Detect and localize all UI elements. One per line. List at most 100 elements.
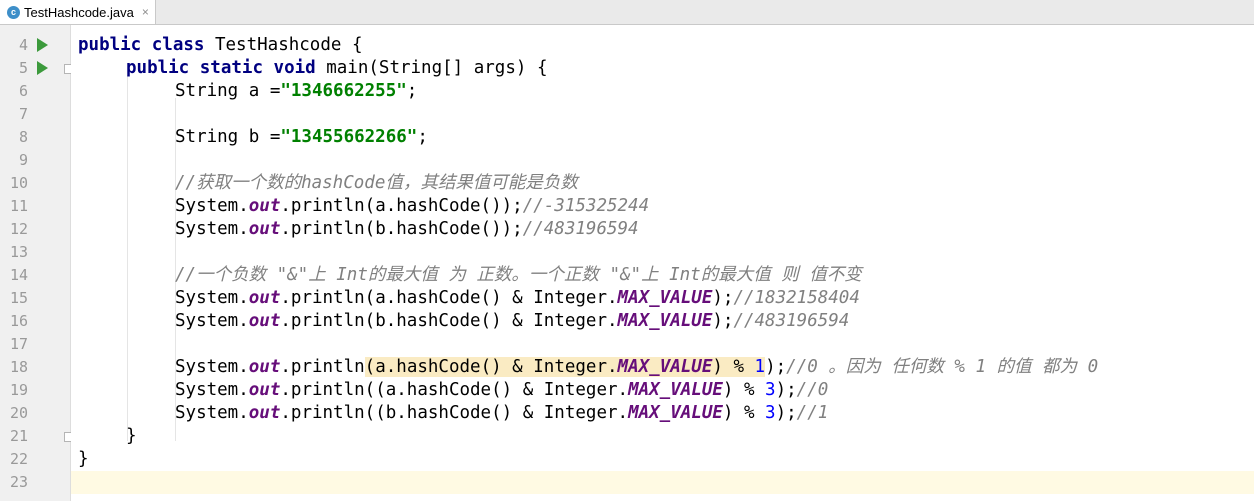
current-line-highlight — [71, 471, 1254, 494]
comment: //-315325244 — [522, 196, 650, 216]
line-number: 4 — [18, 36, 28, 54]
line-number: 16 — [9, 312, 28, 330]
code-text: .println((a.hashCode() & Integer. — [280, 380, 629, 400]
code-text: ) % — [712, 357, 755, 377]
run-arrow-icon[interactable] — [37, 38, 48, 52]
code-editor[interactable]: public class TestHashcode { public stati… — [71, 25, 1254, 501]
number-literal: 3 — [765, 403, 776, 423]
static-field: MAX_VALUE — [617, 288, 713, 308]
code-line: System.out.println(a.hashCode());//-3153… — [175, 195, 649, 218]
code-text: .println(a.hashCode() & Integer. — [280, 288, 618, 308]
line-number: 12 — [9, 220, 28, 238]
code-text: System. — [175, 288, 249, 308]
comment: //0 。因为 任何数 % 1 的值 都为 0 — [786, 357, 1099, 377]
code-text: ); — [775, 403, 797, 423]
code-text: TestHashcode { — [204, 35, 363, 55]
comment: //获取一个数的hashCode值，其结果值可能是负数 — [175, 173, 578, 193]
code-text: System. — [175, 219, 249, 239]
keyword: public — [126, 58, 190, 78]
line-number: 9 — [18, 151, 28, 169]
line-number: 20 — [9, 404, 28, 422]
line-number: 10 — [9, 174, 28, 192]
editor-gutter: 4 5 6 7 8 9 10 11 12 13 14 15 16 17 18 1… — [0, 25, 74, 501]
comment: //1832158404 — [733, 288, 860, 308]
code-text: .println(b.hashCode()); — [280, 219, 523, 239]
comment: //483196594 — [733, 311, 850, 331]
line-number: 6 — [18, 82, 28, 100]
code-text: .println — [280, 357, 365, 377]
close-icon[interactable]: × — [142, 5, 149, 19]
code-text: ; — [406, 81, 418, 101]
closing-brace: } — [126, 426, 137, 446]
tab-testhashcode-java[interactable]: c TestHashcode.java × — [0, 0, 156, 24]
code-text: System. — [175, 357, 249, 377]
code-line: } — [126, 425, 137, 448]
code-text: System. — [175, 403, 249, 423]
code-text: ; — [417, 127, 428, 147]
code-text: (a.hashCode() & Integer. — [364, 357, 618, 377]
code-line: System.out.println(a.hashCode() & Intege… — [175, 356, 1098, 379]
code-text: ) % — [722, 380, 766, 400]
comment: //一个负数 "&"上 Int的最大值 为 正数。一个正数 "&"上 Int的最… — [175, 265, 862, 285]
static-field: out — [248, 403, 281, 423]
run-arrow-icon[interactable] — [37, 61, 48, 75]
code-line: System.out.println(b.hashCode() & Intege… — [175, 310, 849, 333]
code-text: String b = — [175, 127, 281, 147]
code-text: System. — [175, 196, 249, 216]
code-text: ); — [712, 311, 734, 331]
code-text: ); — [712, 288, 734, 308]
code-text: ); — [775, 380, 797, 400]
line-number: 18 — [9, 358, 28, 376]
line-number: 7 — [18, 105, 28, 123]
keyword: static — [199, 58, 263, 78]
static-field: out — [248, 196, 281, 216]
code-text: .println(a.hashCode()); — [280, 196, 523, 216]
code-text: String a = — [175, 81, 281, 101]
comment: //483196594 — [522, 219, 639, 239]
code-line: //一个负数 "&"上 Int的最大值 为 正数。一个正数 "&"上 Int的最… — [175, 264, 862, 287]
number-literal: 1 — [754, 357, 766, 377]
line-number: 11 — [9, 197, 28, 215]
code-text: System. — [175, 380, 249, 400]
string-literal: "1346662255" — [280, 81, 407, 101]
static-field: MAX_VALUE — [628, 403, 723, 423]
closing-brace: } — [78, 449, 89, 469]
keyword: void — [273, 58, 316, 78]
code-text: .println((b.hashCode() & Integer. — [280, 403, 629, 423]
line-number: 22 — [9, 450, 28, 468]
static-field: MAX_VALUE — [628, 380, 723, 400]
line-number: 19 — [9, 381, 28, 399]
code-line: String a ="1346662255"; — [175, 80, 417, 103]
static-field: MAX_VALUE — [617, 311, 713, 331]
static-field: MAX_VALUE — [617, 357, 713, 377]
line-number: 23 — [9, 473, 28, 491]
code-line: System.out.println((b.hashCode() & Integ… — [175, 402, 828, 425]
line-number: 13 — [9, 243, 28, 261]
line-number: 21 — [9, 427, 28, 445]
line-number: 5 — [18, 59, 28, 77]
java-class-icon: c — [7, 5, 20, 19]
static-field: out — [248, 311, 281, 331]
code-text: ) % — [722, 403, 766, 423]
comment: //1 — [796, 403, 829, 423]
static-field: out — [248, 219, 281, 239]
matched-brace-highlight: (a.hashCode() & Integer.MAX_VALUE) % 1 — [364, 357, 766, 377]
indent-guide — [127, 75, 128, 441]
code-line: public static void main(String[] args) { — [126, 57, 547, 80]
keyword: class — [151, 35, 205, 55]
line-number: 14 — [9, 266, 28, 284]
code-text: main(String[] args) { — [315, 58, 548, 78]
code-line: public class TestHashcode { — [78, 34, 363, 57]
static-field: out — [248, 357, 281, 377]
line-number: 8 — [18, 128, 28, 146]
code-line: String b ="13455662266"; — [175, 126, 428, 149]
code-line: //获取一个数的hashCode值，其结果值可能是负数 — [175, 172, 578, 195]
keyword: public — [78, 35, 142, 55]
code-text: .println(b.hashCode() & Integer. — [280, 311, 618, 331]
number-literal: 3 — [765, 380, 776, 400]
code-text: System. — [175, 311, 249, 331]
tab-title: TestHashcode.java — [24, 4, 134, 20]
static-field: out — [248, 288, 281, 308]
line-number: 17 — [9, 335, 28, 353]
code-line: System.out.println(b.hashCode());//48319… — [175, 218, 639, 241]
